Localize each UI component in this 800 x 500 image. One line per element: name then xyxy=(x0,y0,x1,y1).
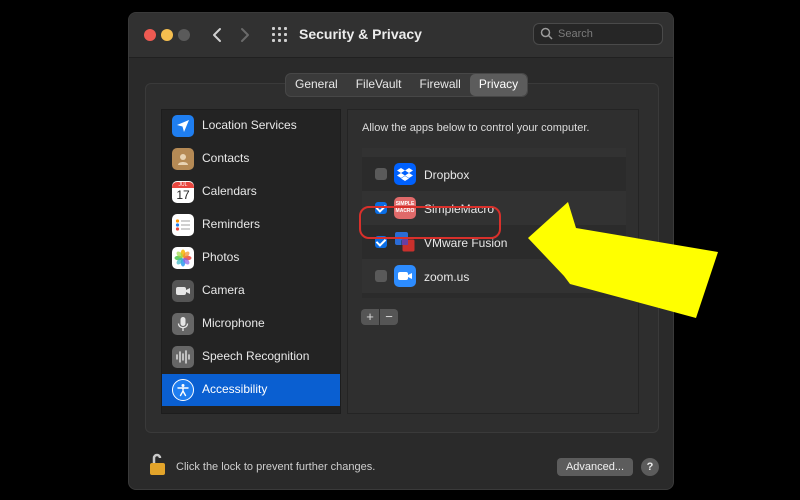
lock-status-text: Click the lock to prevent further change… xyxy=(176,461,376,473)
forward-button[interactable] xyxy=(233,22,257,48)
tab-general[interactable]: General xyxy=(286,74,347,96)
photos-flower-icon xyxy=(172,247,194,269)
reminders-list-icon xyxy=(172,214,194,236)
zoom-checkbox[interactable] xyxy=(375,270,387,282)
sidebar-item-label: Accessibility xyxy=(202,382,268,396)
sidebar-item-label: Calendars xyxy=(202,184,257,198)
privacy-category-list: Location Services Contacts JUL 17 Calend… xyxy=(161,109,341,414)
chevron-left-icon xyxy=(213,28,221,42)
yellow-pointer-arrow-annotation xyxy=(528,202,718,318)
sidebar-item-reminders[interactable]: Reminders xyxy=(162,209,340,241)
sidebar-item-label: Speech Recognition xyxy=(202,349,310,363)
list-item-partial xyxy=(362,148,626,157)
zoom-camera-icon xyxy=(394,265,416,287)
calendar-date: 17 xyxy=(176,187,190,202)
advanced-button[interactable]: Advanced... xyxy=(557,458,633,476)
sidebar-item-label: Camera xyxy=(202,283,245,297)
app-name: zoom.us xyxy=(424,270,470,284)
sidebar-item-label: Microphone xyxy=(202,316,265,330)
sidebar-item-speech-recognition[interactable]: Speech Recognition xyxy=(162,341,340,373)
sidebar-item-microphone[interactable]: Microphone xyxy=(162,308,340,340)
tab-bar: General FileVault Firewall Privacy xyxy=(285,73,529,97)
tab-privacy[interactable]: Privacy xyxy=(469,74,528,96)
location-arrow-icon xyxy=(172,115,194,137)
sidebar-item-label: Photos xyxy=(202,250,240,264)
dropbox-checkbox[interactable] xyxy=(375,168,387,180)
app-name: Dropbox xyxy=(424,168,470,182)
contacts-book-icon xyxy=(172,148,194,170)
sidebar-item-label: Reminders xyxy=(202,217,261,231)
search-icon xyxy=(540,27,553,40)
search-box[interactable] xyxy=(533,23,663,45)
chevron-right-icon xyxy=(241,28,249,42)
back-button[interactable] xyxy=(205,22,229,48)
close-window-button[interactable] xyxy=(144,29,156,41)
panel-description: Allow the apps below to control your com… xyxy=(362,122,590,134)
title-bar: Security & Privacy xyxy=(129,13,673,58)
sidebar-item-accessibility[interactable]: Accessibility xyxy=(162,374,340,406)
microphone-icon xyxy=(172,313,194,335)
dropbox-icon xyxy=(394,163,416,185)
sidebar-item-location-services[interactable]: Location Services xyxy=(162,110,340,142)
minimize-window-button[interactable] xyxy=(161,29,173,41)
calendar-icon: JUL 17 xyxy=(172,181,194,203)
sidebar-item-label: Location Services xyxy=(202,118,297,132)
waveform-icon xyxy=(172,346,194,368)
show-all-grid-button[interactable] xyxy=(272,27,288,43)
sidebar-item-contacts[interactable]: Contacts xyxy=(162,143,340,175)
sidebar-item-label: Contacts xyxy=(202,151,250,165)
remove-app-button[interactable]: − xyxy=(380,309,398,325)
help-button[interactable]: ? xyxy=(641,458,659,476)
sidebar-item-photos[interactable]: Photos xyxy=(162,242,340,274)
app-row-dropbox[interactable]: Dropbox xyxy=(362,157,626,191)
accessibility-person-icon xyxy=(172,379,194,401)
lock-button[interactable] xyxy=(149,451,171,482)
simplemacro-highlight-annotation xyxy=(359,206,501,239)
add-app-button[interactable]: + xyxy=(361,309,379,325)
tab-filevault[interactable]: FileVault xyxy=(347,74,411,96)
window-title: Security & Privacy xyxy=(299,26,422,42)
sidebar-item-calendars[interactable]: JUL 17 Calendars xyxy=(162,176,340,208)
search-input[interactable] xyxy=(558,26,658,42)
tab-firewall[interactable]: Firewall xyxy=(411,74,470,96)
camera-icon xyxy=(172,280,194,302)
sidebar-item-camera[interactable]: Camera xyxy=(162,275,340,307)
zoom-window-button[interactable] xyxy=(178,29,190,41)
unlocked-padlock-icon xyxy=(150,453,165,475)
